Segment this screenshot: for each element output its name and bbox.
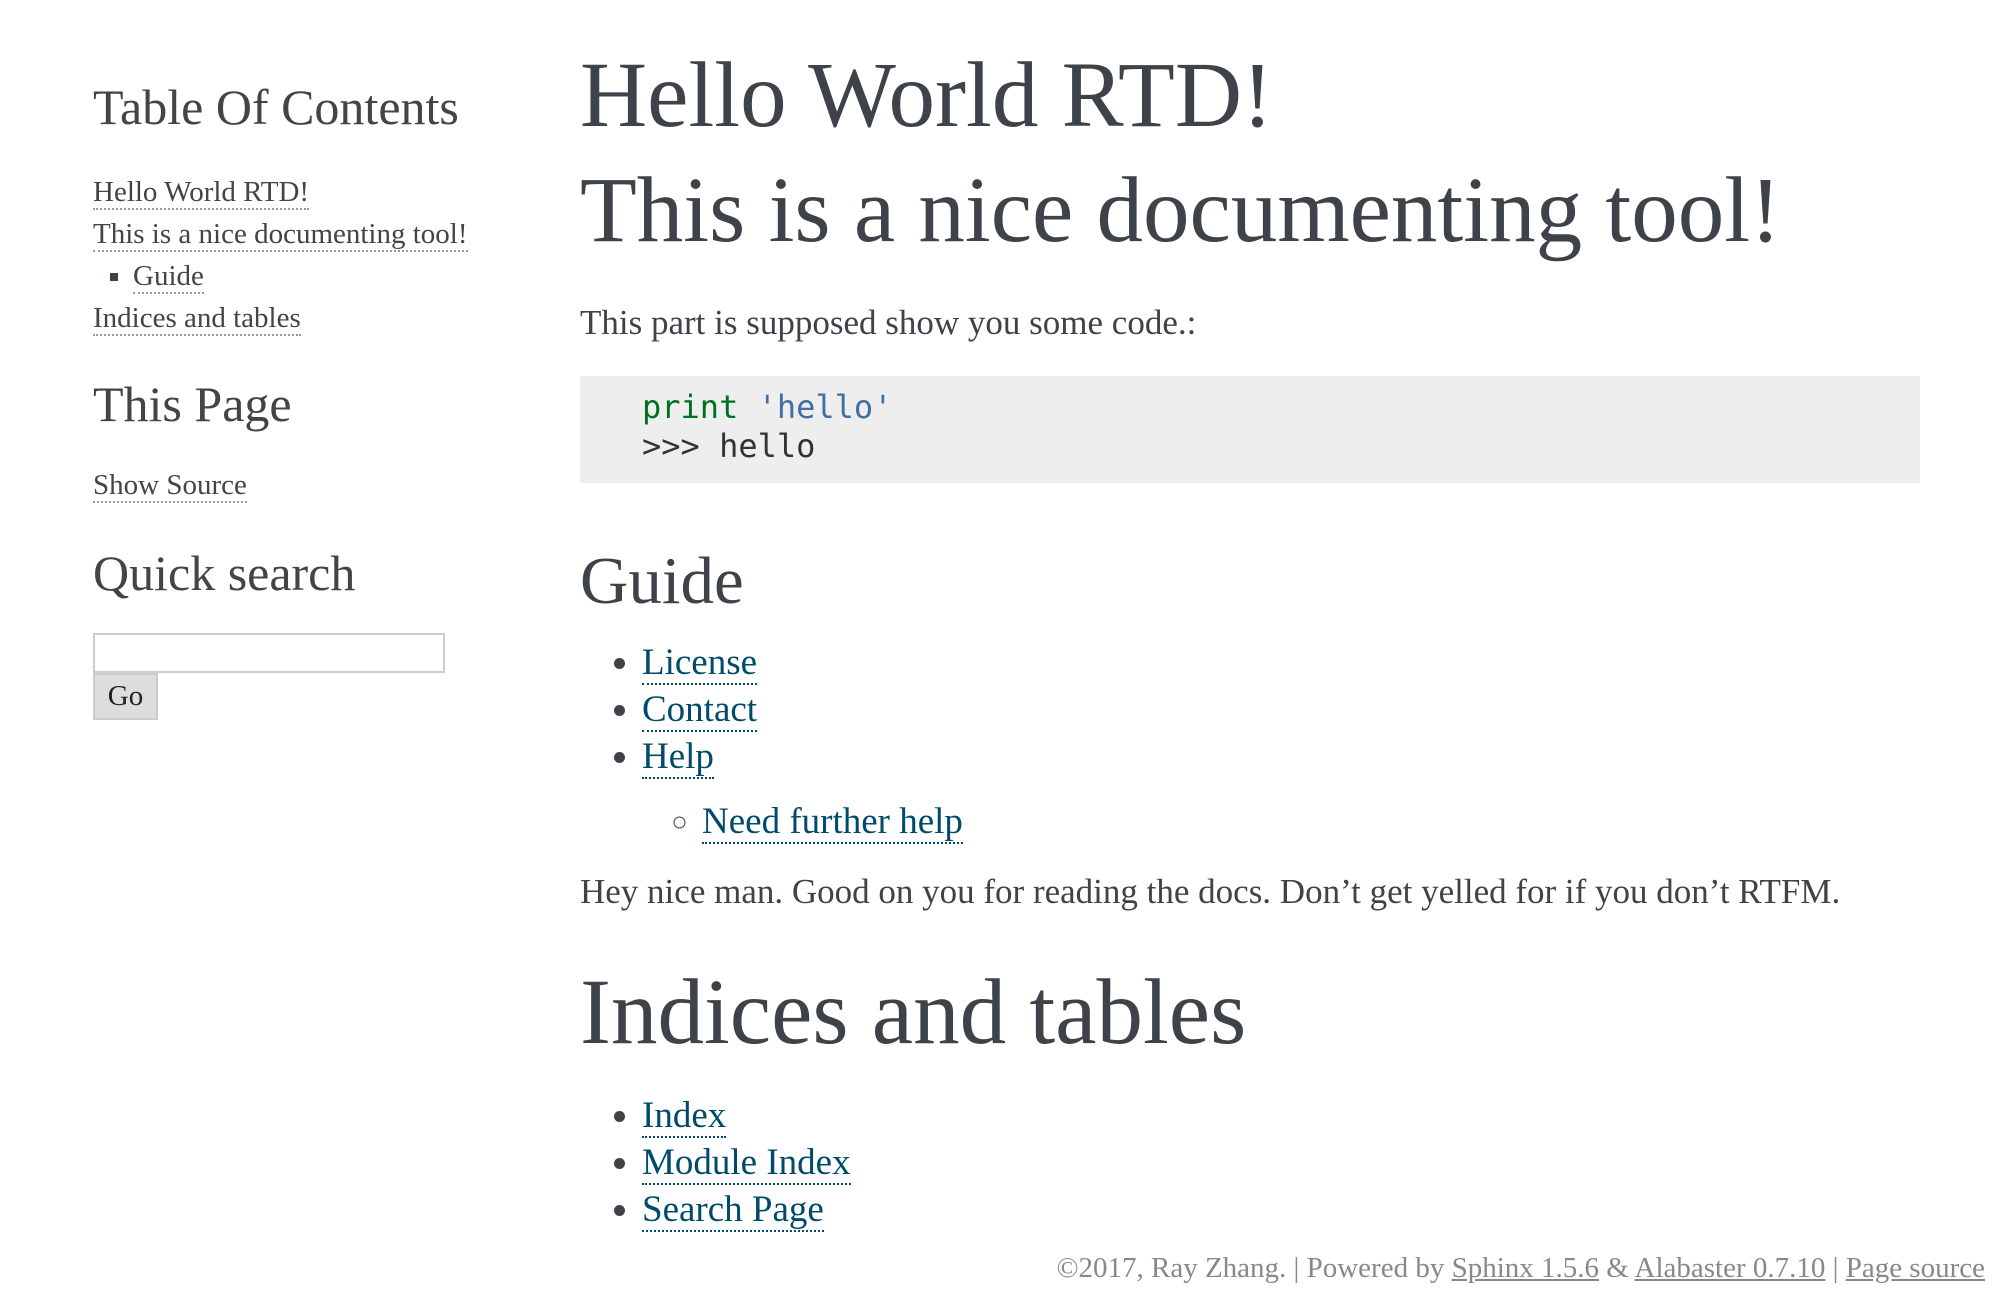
module-index-link[interactable]: Module Index (642, 1142, 851, 1185)
main-content: Hello World RTD! This is a nice document… (580, 38, 1920, 1233)
page-source-link[interactable]: Page source (1846, 1252, 1985, 1284)
list-item: Index (642, 1092, 1920, 1139)
footer-separator: | (1832, 1252, 1839, 1284)
sphinx-link[interactable]: Sphinx 1.5.6 (1452, 1252, 1599, 1284)
go-button[interactable]: Go (93, 673, 158, 720)
list-item: Module Index (642, 1139, 1920, 1186)
help-link[interactable]: Help (642, 736, 714, 779)
intro-paragraph: This part is supposed show you some code… (580, 303, 1197, 342)
quick-search-title: Quick search (93, 545, 356, 601)
indices-list: Index Module Index Search Page (642, 1092, 1920, 1233)
list-item: Contact (642, 686, 1920, 733)
guide-heading: Guide (580, 544, 744, 618)
toc-item: This is a nice documenting tool! Guide (93, 213, 513, 297)
guide-list: License Contact Help Need further help (642, 639, 1920, 845)
index-link[interactable]: Index (642, 1095, 727, 1138)
show-source-link[interactable]: Show Source (93, 469, 247, 503)
toc-link-indices[interactable]: Indices and tables (93, 302, 301, 336)
code-output: >>> hello (642, 427, 816, 465)
search-page-link[interactable]: Search Page (642, 1189, 824, 1232)
this-page-item: Show Source (93, 464, 513, 506)
toc-item: Guide (133, 255, 513, 297)
search-form: Go (93, 633, 513, 720)
footer-ampersand: & (1606, 1252, 1629, 1284)
guide-note: Hey nice man. Good on you for reading th… (580, 872, 1841, 911)
toc-item: Indices and tables (93, 297, 513, 339)
sidebar: Table Of Contents Hello World RTD! This … (93, 80, 513, 720)
list-item: Search Page (642, 1186, 1920, 1233)
list-item: Help Need further help (642, 733, 1920, 845)
toc-link-documenting-tool[interactable]: This is a nice documenting tool! (93, 218, 468, 252)
toc-item: Hello World RTD! (93, 171, 513, 213)
copyright-text: ©2017, Ray Zhang. (1056, 1252, 1287, 1284)
toc-sublist: Guide (133, 255, 513, 297)
license-link[interactable]: License (642, 642, 758, 685)
this-page-title: This Page (93, 376, 292, 432)
code-string: 'hello' (757, 388, 893, 426)
toc-link-guide[interactable]: Guide (133, 260, 204, 294)
list-item: Need further help (702, 798, 1920, 845)
toc-link-hello-world[interactable]: Hello World RTD! (93, 176, 310, 210)
alabaster-link[interactable]: Alabaster 0.7.10 (1635, 1252, 1826, 1284)
toc-title: Table Of Contents (93, 79, 459, 135)
need-further-help-link[interactable]: Need further help (702, 801, 963, 844)
toc-list: Hello World RTD! This is a nice document… (93, 171, 513, 339)
indices-heading: Indices and tables (580, 961, 1247, 1064)
this-page-list: Show Source (93, 464, 513, 506)
list-item: License (642, 639, 1920, 686)
footer: ©2017, Ray Zhang. | Powered by Sphinx 1.… (1056, 1252, 1985, 1285)
help-sublist: Need further help (702, 798, 1920, 845)
code-keyword: print (642, 388, 739, 426)
page-subtitle: This is a nice documenting tool! (580, 159, 1782, 262)
powered-by-text: Powered by (1306, 1252, 1445, 1284)
code-block: print 'hello' >>> hello (580, 376, 1920, 483)
contact-link[interactable]: Contact (642, 689, 758, 732)
search-input[interactable] (93, 633, 445, 673)
footer-separator: | (1293, 1252, 1300, 1284)
page-title: Hello World RTD! (580, 44, 1273, 147)
